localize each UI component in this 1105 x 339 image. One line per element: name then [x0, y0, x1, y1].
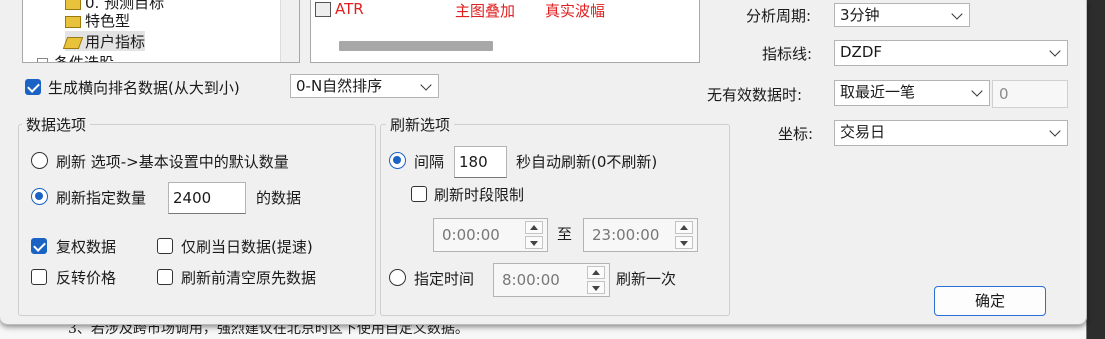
fixed-time-suffix: 刷新一次	[616, 270, 677, 288]
today-only-checkbox[interactable]	[157, 238, 173, 254]
period-select[interactable]: 3分钟	[834, 3, 970, 27]
spin-down-button[interactable]	[675, 236, 693, 249]
sort-order-select[interactable]: 0-N自然排序	[290, 74, 439, 98]
start-time-spinner[interactable]: 0:00:00	[433, 218, 548, 252]
folder-icon	[65, 15, 81, 28]
expand-icon[interactable]	[37, 58, 48, 62]
reverse-price-checkbox[interactable]	[31, 269, 47, 285]
radio-default-count[interactable]	[31, 152, 48, 169]
no-valid-data-select[interactable]: 取最近一笔	[834, 80, 990, 106]
tree-scrollbar[interactable]	[280, 0, 299, 62]
arrow-up-icon	[680, 225, 688, 230]
refresh-options-title: 刷新选项	[386, 114, 455, 135]
clear-before-refresh-checkbox[interactable]	[157, 269, 173, 285]
end-time-spinner[interactable]: 23:00:00	[583, 218, 698, 252]
today-only-label: 仅刷当日数据(提速)	[181, 238, 313, 256]
time-limit-label: 刷新时段限制	[434, 186, 525, 204]
no-valid-data-label: 无有效数据时:	[707, 86, 803, 104]
horizontal-scrollbar-thumb[interactable]	[339, 41, 493, 51]
radio-fixed-time-label: 指定时间	[414, 270, 475, 288]
count-suffix: 的数据	[256, 189, 302, 207]
radio-interval[interactable]	[389, 152, 406, 169]
data-options-title: 数据选项	[22, 114, 91, 135]
coordinate-select[interactable]: 交易日	[834, 120, 1068, 146]
indicator-file-icon	[315, 2, 331, 17]
arrow-down-icon	[592, 286, 600, 291]
interval-input[interactable]: 180	[454, 146, 507, 178]
radio-fixed-time[interactable]	[389, 269, 406, 286]
period-label: 分析周期:	[746, 7, 812, 25]
spin-up-button[interactable]	[675, 221, 693, 234]
chevron-down-icon	[1049, 45, 1061, 57]
indicator-list[interactable]: ATR 主图叠加 真实波幅	[310, 0, 700, 63]
indicator-line-label: 指标线:	[762, 45, 813, 63]
horizontal-rank-label: 生成横向排名数据(从大到小)	[48, 79, 240, 97]
ok-button[interactable]: 确定	[934, 286, 1046, 316]
indicator-tree[interactable]: 0. 预测目标 特色型 用户指标 条件选股	[22, 0, 300, 63]
arrow-up-icon	[530, 225, 538, 230]
no-valid-data-number: 0	[992, 80, 1068, 108]
fixed-time-spinner[interactable]: 8:00:00	[493, 263, 610, 297]
count-input[interactable]: 2400	[168, 182, 246, 214]
spin-up-button[interactable]	[525, 221, 543, 234]
open-folder-icon	[62, 36, 84, 49]
spin-down-button[interactable]	[587, 281, 605, 294]
chevron-down-icon	[1049, 125, 1061, 137]
folder-icon	[65, 0, 81, 10]
spin-down-button[interactable]	[525, 236, 543, 249]
tree-item-user-indicators[interactable]: 用户指标	[62, 31, 146, 51]
arrow-up-icon	[592, 270, 600, 275]
arrow-down-icon	[680, 241, 688, 246]
background-window-edge	[1087, 0, 1105, 339]
interval-suffix: 秒自动刷新(0不刷新)	[516, 153, 658, 171]
radio-interval-label: 间隔	[414, 153, 445, 171]
chevron-down-icon	[971, 85, 983, 97]
time-limit-checkbox[interactable]	[411, 186, 427, 202]
radio-specified-count-label: 刷新指定数量	[56, 189, 147, 207]
spin-up-button[interactable]	[587, 266, 605, 279]
horizontal-rank-checkbox[interactable]	[25, 79, 41, 95]
coordinate-label: 坐标:	[778, 125, 814, 143]
chevron-down-icon	[420, 79, 432, 91]
adjusted-data-label: 复权数据	[56, 238, 117, 256]
custom-data-dialog: 0. 预测目标 特色型 用户指标 条件选股 ATR 主图叠加 真实波幅 生成横向排名…	[0, 0, 1087, 325]
tree-item-featured[interactable]: 特色型	[65, 10, 130, 30]
to-label: 至	[557, 225, 573, 243]
indicator-line-select[interactable]: DZDF	[834, 40, 1068, 66]
arrow-down-icon	[530, 241, 538, 246]
radio-specified-count[interactable]	[31, 188, 48, 205]
clear-before-refresh-label: 刷新前清空原先数据	[181, 269, 317, 287]
adjusted-data-checkbox[interactable]	[31, 238, 47, 254]
tree-item-stock-selection[interactable]: 条件选股	[37, 52, 114, 62]
indicator-row[interactable]: ATR 主图叠加 真实波幅	[315, 0, 605, 20]
reverse-price-label: 反转价格	[56, 269, 117, 287]
chevron-down-icon	[951, 8, 963, 20]
radio-default-count-label: 刷新 选项->基本设置中的默认数量	[56, 153, 289, 171]
